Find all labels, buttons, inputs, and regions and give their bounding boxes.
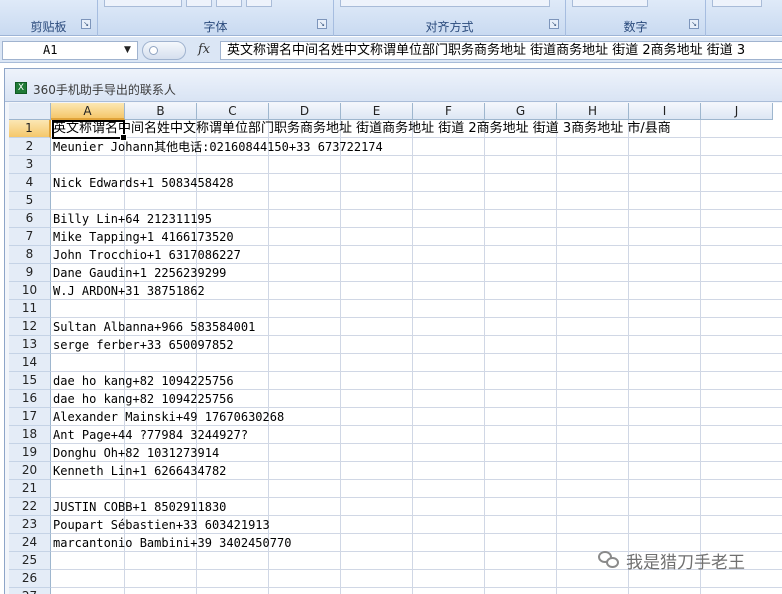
ribbon-group-alignment: 对齐方式 ↘: [334, 0, 566, 36]
row-header[interactable]: 13: [9, 336, 51, 354]
cell-a4[interactable]: Nick Edwards+1 5083458428: [53, 174, 234, 192]
workbook-title: 360手机助手导出的联系人: [33, 83, 176, 97]
cell-a23[interactable]: Poupart Sébastien+33 603421913: [53, 516, 270, 534]
cell-a1[interactable]: 英文称谓名中间名姓中文称谓单位部门职务商务地址 街道商务地址 街道 2商务地址 …: [53, 120, 671, 138]
ribbon-group-clipboard: 剪贴板 ↘: [0, 0, 98, 36]
column-header-b[interactable]: B: [125, 103, 197, 120]
cell-a15[interactable]: dae ho kang+82 1094225756: [53, 372, 234, 390]
row-header[interactable]: 25: [9, 552, 51, 570]
row-header[interactable]: 16: [9, 390, 51, 408]
row-header[interactable]: 19: [9, 444, 51, 462]
row-header[interactable]: 24: [9, 534, 51, 552]
select-all-corner[interactable]: [9, 103, 51, 120]
formula-controls: fx: [140, 41, 220, 60]
workbook-titlebar: X 360手机助手导出的联系人: [5, 69, 782, 102]
font-color-button[interactable]: [216, 0, 242, 7]
cell-a16[interactable]: dae ho kang+82 1094225756: [53, 390, 234, 408]
row-header[interactable]: 18: [9, 426, 51, 444]
row-header[interactable]: 1: [9, 120, 51, 138]
row-header[interactable]: 9: [9, 264, 51, 282]
row-header[interactable]: 23: [9, 516, 51, 534]
row-header[interactable]: 14: [9, 354, 51, 372]
row-header[interactable]: 2: [9, 138, 51, 156]
excel-file-icon: X: [15, 82, 27, 94]
clipboard-launcher-icon[interactable]: ↘: [81, 19, 91, 29]
column-header-e[interactable]: E: [341, 103, 413, 120]
cell-a8[interactable]: John Trocchio+1 6317086227: [53, 246, 241, 264]
watermark-text: 我是猎刀手老王: [626, 552, 745, 573]
column-header-h[interactable]: H: [557, 103, 629, 120]
column-header-d[interactable]: D: [269, 103, 341, 120]
column-header-f[interactable]: F: [413, 103, 485, 120]
row-header[interactable]: 5: [9, 192, 51, 210]
row-header[interactable]: 4: [9, 174, 51, 192]
active-cell-outline[interactable]: [52, 120, 127, 141]
column-header-a[interactable]: A: [51, 103, 125, 120]
cell-a22[interactable]: JUSTIN COBB+1 8502911830: [53, 498, 226, 516]
cell-a24[interactable]: marcantonio Bambini+39 3402450770: [53, 534, 291, 552]
name-box[interactable]: A1: [2, 41, 138, 60]
number-format-buttons[interactable]: [572, 0, 648, 7]
cell-a6[interactable]: Billy Lin+64 212311195: [53, 210, 212, 228]
ribbon: 剪贴板 ↘ 字体 ↘ 对齐方式 ↘ 数字 ↘: [0, 0, 782, 36]
handle-dot-icon: [149, 46, 158, 55]
alignment-buttons[interactable]: [340, 0, 550, 7]
row-header[interactable]: 7: [9, 228, 51, 246]
cell-a7[interactable]: Mike Tapping+1 4166173520: [53, 228, 234, 246]
cell-a18[interactable]: Ant Page+44 ?77984 3244927?: [53, 426, 248, 444]
wechat-logo-icon: [598, 551, 620, 569]
column-header-j[interactable]: J: [701, 103, 773, 120]
row-header[interactable]: 21: [9, 480, 51, 498]
font-size-box[interactable]: [104, 0, 182, 7]
cell-a17[interactable]: Alexander Mainski+49 17670630268: [53, 408, 284, 426]
ribbon-group-styles: [706, 0, 782, 36]
row-header[interactable]: 15: [9, 372, 51, 390]
row-header[interactable]: 20: [9, 462, 51, 480]
row-header[interactable]: 6: [9, 210, 51, 228]
workbook-window: X 360手机助手导出的联系人 A B C D E F G H I J 1 英文称谓名中间名姓中文称谓…: [4, 68, 782, 594]
ribbon-group-label: 对齐方式: [425, 20, 474, 34]
row-header[interactable]: 22: [9, 498, 51, 516]
cell-a2[interactable]: Meunier Johann其他电话:02160844150+33 673722…: [53, 138, 383, 156]
cell-a10[interactable]: W.J ARDON+31 38751862: [53, 282, 205, 300]
row-gridline: [51, 587, 782, 588]
font-more-button[interactable]: [246, 0, 272, 7]
column-header-g[interactable]: G: [485, 103, 557, 120]
row-header[interactable]: 8: [9, 246, 51, 264]
cell-a20[interactable]: Kenneth Lin+1 6266434782: [53, 462, 226, 480]
formula-expand-handle[interactable]: [142, 41, 186, 60]
column-header-i[interactable]: I: [629, 103, 701, 120]
ribbon-group-label: 数字: [623, 20, 648, 34]
watermark: 我是猎刀手老王: [598, 545, 745, 575]
spreadsheet-grid[interactable]: A B C D E F G H I J 1 英文称谓名中间名姓中文称谓单位部门职务商务地址 街道商务地…: [9, 103, 782, 594]
column-header-c[interactable]: C: [197, 103, 269, 120]
alignment-launcher-icon[interactable]: ↘: [549, 19, 559, 29]
fill-color-button[interactable]: [186, 0, 212, 7]
row-header[interactable]: 11: [9, 300, 51, 318]
styles-button[interactable]: [712, 0, 762, 7]
insert-function-icon[interactable]: fx: [198, 42, 210, 57]
ribbon-group-label: 字体: [203, 20, 228, 34]
cell-a13[interactable]: serge ferber+33 650097852: [53, 336, 234, 354]
font-launcher-icon[interactable]: ↘: [317, 19, 327, 29]
row-header[interactable]: 26: [9, 570, 51, 588]
formula-input[interactable]: 英文称谓名中间名姓中文称谓单位部门职务商务地址 街道商务地址 街道 2商务地址 …: [220, 41, 782, 60]
cell-a19[interactable]: Donghu Oh+82 1031273914: [53, 444, 219, 462]
ribbon-group-font: 字体 ↘: [98, 0, 334, 36]
formula-bar: A1 ▼ fx 英文称谓名中间名姓中文称谓单位部门职务商务地址 街道商务地址 街…: [0, 37, 782, 63]
number-launcher-icon[interactable]: ↘: [689, 19, 699, 29]
row-header[interactable]: 12: [9, 318, 51, 336]
row-header[interactable]: 27: [9, 588, 51, 594]
name-box-dropdown-icon[interactable]: ▼: [124, 45, 131, 55]
cell-a9[interactable]: Dane Gaudin+1 2256239299: [53, 264, 226, 282]
row-header[interactable]: 3: [9, 156, 51, 174]
cell-a12[interactable]: Sultan Albanna+966 583584001: [53, 318, 255, 336]
ribbon-group-number: 数字 ↘: [566, 0, 706, 36]
row-header[interactable]: 17: [9, 408, 51, 426]
row-header[interactable]: 10: [9, 282, 51, 300]
